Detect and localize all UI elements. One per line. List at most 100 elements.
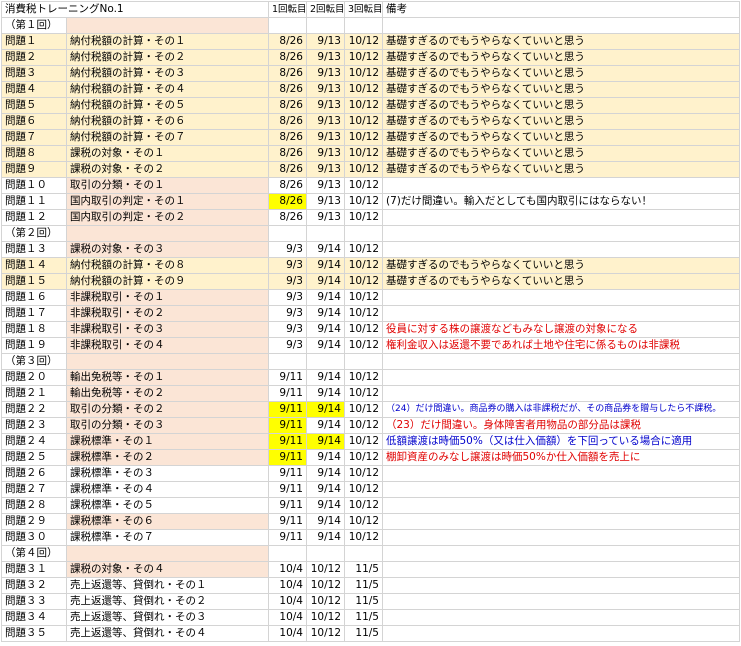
round1-date[interactable]: 9/11 bbox=[268, 529, 307, 546]
topic-cell[interactable]: 非課税取引・その２ bbox=[66, 305, 269, 322]
topic-cell[interactable]: 輸出免税等・その１ bbox=[66, 369, 269, 386]
cell[interactable] bbox=[344, 353, 383, 370]
topic-cell[interactable]: 国内取引の判定・その１ bbox=[66, 193, 269, 210]
round2-date[interactable]: 9/14 bbox=[306, 305, 345, 322]
question-cell[interactable]: 問題９ bbox=[1, 161, 67, 178]
topic-cell[interactable]: 課税標準・その１ bbox=[66, 433, 269, 450]
round2-date[interactable]: 9/14 bbox=[306, 289, 345, 306]
cell[interactable] bbox=[382, 353, 740, 370]
question-cell[interactable]: 問題１３ bbox=[1, 241, 67, 258]
section-label[interactable]: （第３回） bbox=[1, 353, 67, 370]
round3-date[interactable]: 10/12 bbox=[344, 33, 383, 50]
cell[interactable] bbox=[66, 545, 269, 562]
round3-date[interactable]: 10/12 bbox=[344, 81, 383, 98]
round3-date[interactable]: 11/5 bbox=[344, 593, 383, 610]
round1-date[interactable]: 9/3 bbox=[268, 289, 307, 306]
round1-date[interactable]: 9/11 bbox=[268, 369, 307, 386]
note-cell[interactable]: (7)だけ間違い。輸入だとしても国内取引にはならない！ bbox=[382, 193, 740, 210]
round2-date[interactable]: 9/13 bbox=[306, 129, 345, 146]
round2-date[interactable]: 9/14 bbox=[306, 497, 345, 514]
round1-date[interactable]: 9/11 bbox=[268, 417, 307, 434]
cell[interactable] bbox=[382, 17, 740, 34]
round3-date[interactable]: 10/12 bbox=[344, 481, 383, 498]
topic-cell[interactable]: 取引の分類・その３ bbox=[66, 417, 269, 434]
note-cell[interactable] bbox=[382, 241, 740, 258]
topic-cell[interactable]: 非課税取引・その４ bbox=[66, 337, 269, 354]
round3-date[interactable]: 11/5 bbox=[344, 625, 383, 642]
round1-date[interactable]: 9/3 bbox=[268, 257, 307, 274]
round3-date[interactable]: 10/12 bbox=[344, 449, 383, 466]
question-cell[interactable]: 問題２５ bbox=[1, 449, 67, 466]
note-cell[interactable]: 基礎すぎるのでもうやらなくていいと思う bbox=[382, 49, 740, 66]
round1-date[interactable]: 10/4 bbox=[268, 577, 307, 594]
round3-date[interactable]: 10/12 bbox=[344, 193, 383, 210]
topic-cell[interactable]: 課税標準・その７ bbox=[66, 529, 269, 546]
note-cell[interactable] bbox=[382, 465, 740, 482]
cell[interactable] bbox=[382, 225, 740, 242]
round1-date[interactable]: 8/26 bbox=[268, 113, 307, 130]
round2-date[interactable]: 9/14 bbox=[306, 481, 345, 498]
note-cell[interactable] bbox=[382, 369, 740, 386]
round2-date[interactable]: 10/12 bbox=[306, 625, 345, 642]
topic-cell[interactable]: 課税標準・その６ bbox=[66, 513, 269, 530]
note-cell[interactable]: 権利金収入は返還不要であれば土地や住宅に係るものは非課税 bbox=[382, 337, 740, 354]
topic-cell[interactable]: 課税標準・その５ bbox=[66, 497, 269, 514]
round1-date[interactable]: 9/3 bbox=[268, 241, 307, 258]
round1-date[interactable]: 8/26 bbox=[268, 33, 307, 50]
question-cell[interactable]: 問題２３ bbox=[1, 417, 67, 434]
question-cell[interactable]: 問題１１ bbox=[1, 193, 67, 210]
round2-date[interactable]: 9/13 bbox=[306, 97, 345, 114]
round2-date[interactable]: 9/13 bbox=[306, 193, 345, 210]
section-label[interactable]: （第１回） bbox=[1, 17, 67, 34]
cell[interactable] bbox=[306, 353, 345, 370]
note-cell[interactable]: 基礎すぎるのでもうやらなくていいと思う bbox=[382, 273, 740, 290]
cell[interactable] bbox=[344, 225, 383, 242]
cell[interactable] bbox=[344, 545, 383, 562]
note-cell[interactable] bbox=[382, 481, 740, 498]
question-cell[interactable]: 問題１７ bbox=[1, 305, 67, 322]
note-cell[interactable] bbox=[382, 305, 740, 322]
question-cell[interactable]: 問題１８ bbox=[1, 321, 67, 338]
round1-date[interactable]: 8/26 bbox=[268, 161, 307, 178]
round2-date[interactable]: 9/14 bbox=[306, 369, 345, 386]
round3-date[interactable]: 10/12 bbox=[344, 257, 383, 274]
round3-date[interactable]: 10/12 bbox=[344, 529, 383, 546]
round1-date[interactable]: 8/26 bbox=[268, 193, 307, 210]
round1-date[interactable]: 8/26 bbox=[268, 177, 307, 194]
topic-cell[interactable]: 課税の対象・その４ bbox=[66, 561, 269, 578]
topic-cell[interactable]: 課税の対象・その３ bbox=[66, 241, 269, 258]
question-cell[interactable]: 問題１２ bbox=[1, 209, 67, 226]
round2-date[interactable]: 9/13 bbox=[306, 33, 345, 50]
topic-cell[interactable]: 売上返還等、貸倒れ・その１ bbox=[66, 577, 269, 594]
round1-date[interactable]: 9/11 bbox=[268, 465, 307, 482]
question-cell[interactable]: 問題３１ bbox=[1, 561, 67, 578]
note-cell[interactable] bbox=[382, 497, 740, 514]
round3-date[interactable]: 10/12 bbox=[344, 145, 383, 162]
round3-date[interactable]: 10/12 bbox=[344, 433, 383, 450]
topic-cell[interactable]: 売上返還等、貸倒れ・その３ bbox=[66, 609, 269, 626]
note-cell[interactable]: （23）だけ間違い。身体障害者用物品の部分品は課税 bbox=[382, 417, 740, 434]
round1-date[interactable]: 9/11 bbox=[268, 481, 307, 498]
round1-date[interactable]: 8/26 bbox=[268, 97, 307, 114]
question-cell[interactable]: 問題６ bbox=[1, 113, 67, 130]
cell[interactable] bbox=[306, 225, 345, 242]
note-cell[interactable]: 基礎すぎるのでもうやらなくていいと思う bbox=[382, 161, 740, 178]
question-cell[interactable]: 問題３ bbox=[1, 65, 67, 82]
round2-date[interactable]: 9/13 bbox=[306, 113, 345, 130]
note-cell[interactable] bbox=[382, 625, 740, 642]
section-label[interactable]: （第２回） bbox=[1, 225, 67, 242]
round3-date[interactable]: 10/12 bbox=[344, 465, 383, 482]
header-round2[interactable]: 2回転目 bbox=[306, 1, 345, 18]
topic-cell[interactable]: 課税標準・その４ bbox=[66, 481, 269, 498]
round2-date[interactable]: 9/13 bbox=[306, 81, 345, 98]
round1-date[interactable]: 8/26 bbox=[268, 129, 307, 146]
round2-date[interactable]: 9/14 bbox=[306, 257, 345, 274]
topic-cell[interactable]: 納付税額の計算・その７ bbox=[66, 129, 269, 146]
note-cell[interactable] bbox=[382, 177, 740, 194]
round3-date[interactable]: 10/12 bbox=[344, 129, 383, 146]
round3-date[interactable]: 10/12 bbox=[344, 241, 383, 258]
topic-cell[interactable]: 輸出免税等・その２ bbox=[66, 385, 269, 402]
note-cell[interactable]: 役員に対する株の譲渡などもみなし譲渡の対象になる bbox=[382, 321, 740, 338]
question-cell[interactable]: 問題３０ bbox=[1, 529, 67, 546]
round1-date[interactable]: 8/26 bbox=[268, 65, 307, 82]
